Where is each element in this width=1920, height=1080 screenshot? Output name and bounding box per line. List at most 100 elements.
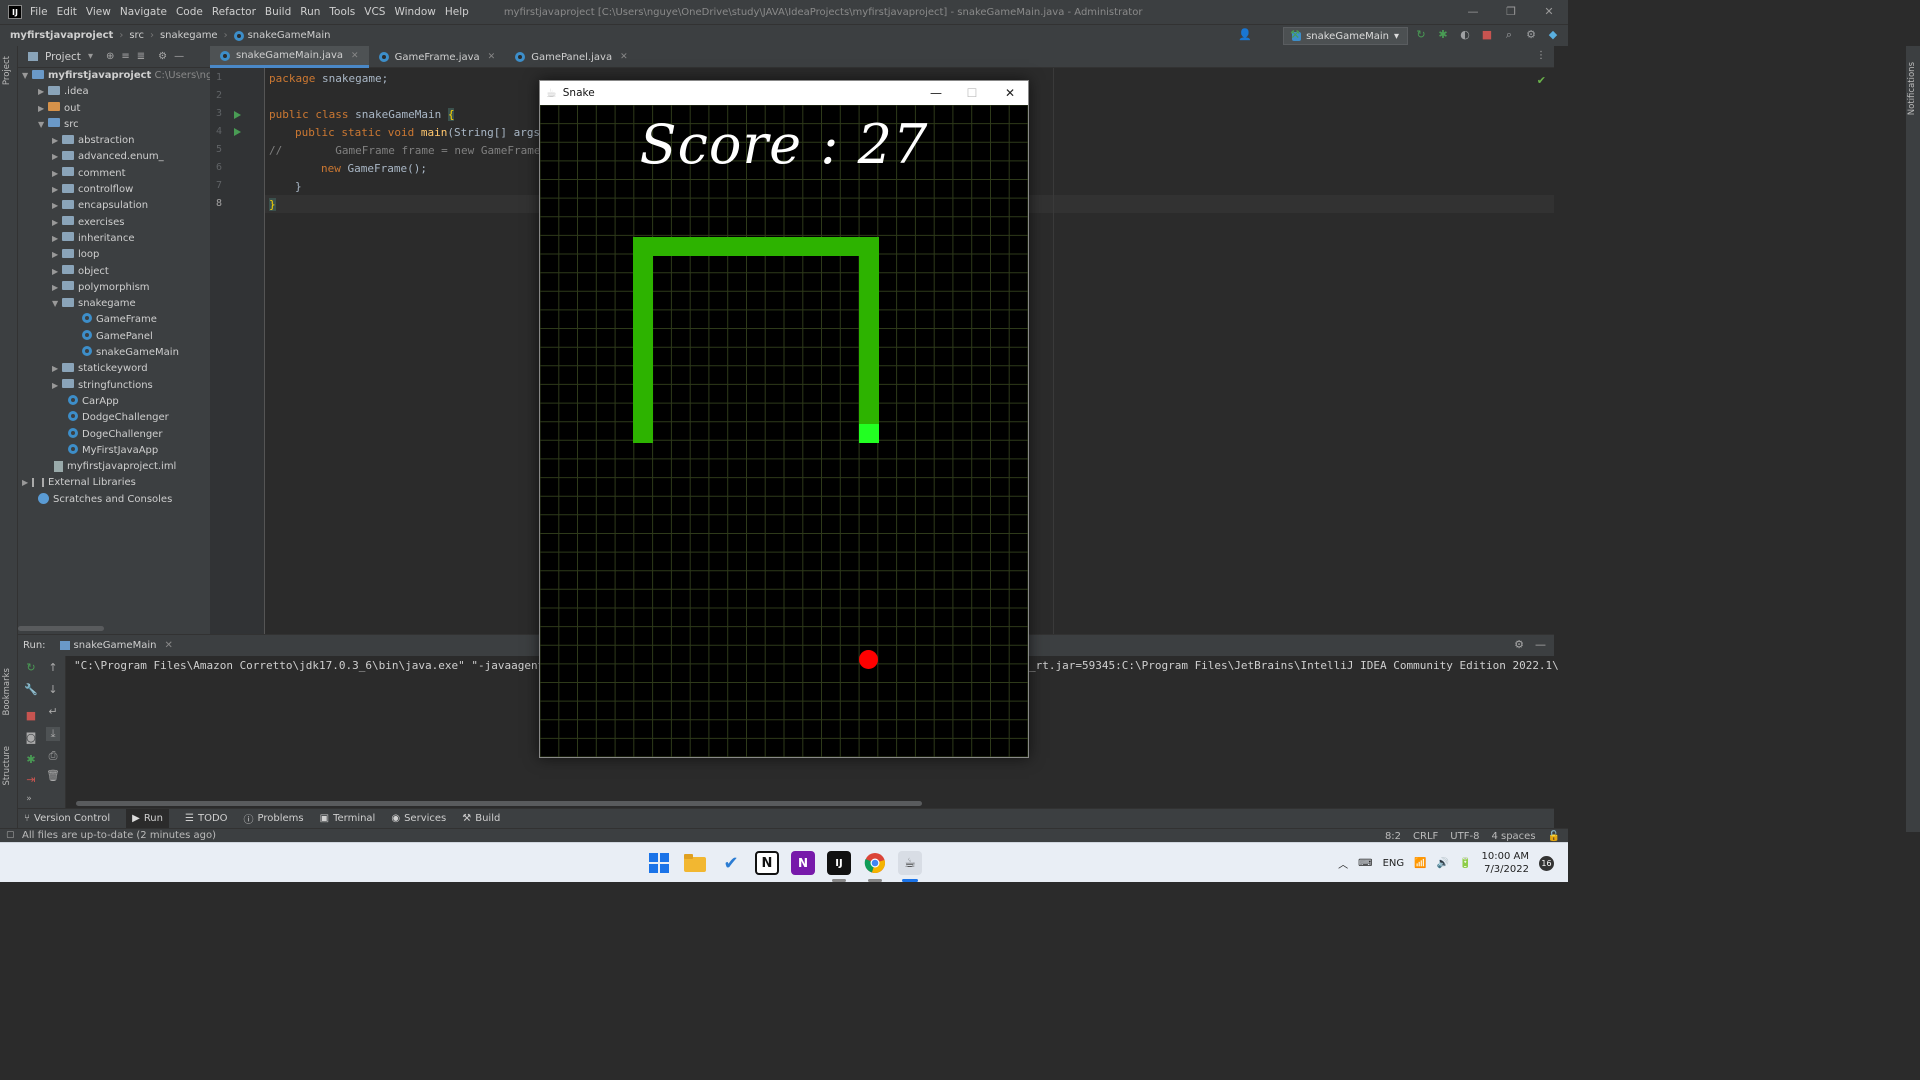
close-icon[interactable]: ✕: [992, 81, 1028, 105]
intellij-logo-icon[interactable]: IJ: [8, 5, 22, 19]
status-message[interactable]: All files are up-to-date (2 minutes ago): [22, 830, 216, 841]
tree-item[interactable]: ▼ snakegame: [18, 296, 210, 312]
gear-icon[interactable]: ⚙: [1514, 638, 1524, 651]
tree-root[interactable]: ▼ myfirstjavaproject C:\Users\nguye\: [18, 68, 210, 84]
breadcrumb-project[interactable]: myfirstjavaproject: [10, 30, 113, 41]
chrome-app-icon[interactable]: [863, 851, 887, 875]
run-gutter-icon[interactable]: [234, 128, 241, 136]
tree-item[interactable]: ▶ stringfunctions: [18, 378, 210, 394]
volume-icon[interactable]: 🔊: [1437, 858, 1449, 869]
hide-icon[interactable]: —: [174, 51, 184, 62]
coverage-icon[interactable]: ◐: [1458, 28, 1472, 42]
menu-item-tools[interactable]: Tools: [329, 6, 355, 18]
run-button[interactable]: ▶ Run: [126, 808, 169, 829]
cursor-position[interactable]: 8:2: [1385, 831, 1401, 842]
menu-item-edit[interactable]: Edit: [57, 6, 77, 18]
toolbox-icon[interactable]: ◆: [1546, 28, 1560, 42]
hide-icon[interactable]: —: [1535, 638, 1546, 651]
build-button[interactable]: ⚒ Build: [462, 813, 500, 824]
console-scrollbar[interactable]: [76, 801, 922, 806]
down-arrow-icon[interactable]: ↓: [46, 683, 60, 696]
close-icon[interactable]: ✕: [1530, 0, 1568, 24]
stop-icon[interactable]: ■: [24, 709, 38, 722]
user-icon[interactable]: 👤: [1238, 28, 1252, 41]
close-icon[interactable]: ✕: [351, 51, 359, 61]
restore-icon[interactable]: ❐: [1492, 0, 1530, 24]
gear-icon[interactable]: ⚙: [1524, 28, 1538, 42]
line-separator[interactable]: CRLF: [1413, 831, 1438, 842]
expand-all-icon[interactable]: ≡: [121, 51, 129, 62]
todo-app-icon[interactable]: ✔: [719, 851, 743, 875]
rerun-icon[interactable]: ↻: [1414, 28, 1428, 42]
debug-icon[interactable]: ✱: [1436, 28, 1450, 42]
tab-gameframe[interactable]: GameFrame.java ✕: [369, 46, 506, 68]
tree-item[interactable]: ▶ exercises: [18, 215, 210, 231]
wrench-icon[interactable]: 🔧: [24, 683, 38, 696]
tree-item[interactable]: myfirstjavaproject.iml: [18, 459, 210, 475]
more-icon[interactable]: ⋮: [1536, 50, 1546, 61]
project-scrollbar[interactable]: [18, 626, 104, 631]
tree-item[interactable]: CarApp: [18, 394, 210, 410]
start-button[interactable]: [647, 851, 671, 875]
tree-item[interactable]: ▶ inheritance: [18, 231, 210, 247]
menu-item-vcs[interactable]: VCS: [364, 6, 385, 18]
menu-item-code[interactable]: Code: [176, 6, 203, 18]
bookmarks-tool-button[interactable]: Bookmarks: [2, 668, 12, 716]
breadcrumb-class[interactable]: snakeGameMain: [248, 30, 331, 41]
tree-item[interactable]: ▶ polymorphism: [18, 280, 210, 296]
menu-item-window[interactable]: Window: [394, 6, 435, 18]
breadcrumb-src[interactable]: src: [129, 30, 144, 41]
soft-wrap-icon[interactable]: ↵: [46, 705, 60, 718]
battery-icon[interactable]: 🔋: [1459, 858, 1471, 869]
lock-icon[interactable]: 🔓: [1548, 831, 1560, 842]
close-icon[interactable]: ✕: [620, 52, 628, 62]
keyboard-icon[interactable]: ⌨: [1358, 858, 1372, 869]
tree-item[interactable]: ▶ comment: [18, 166, 210, 182]
tree-item[interactable]: ▶ encapsulation: [18, 198, 210, 214]
close-icon[interactable]: ✕: [164, 640, 172, 651]
tree-item[interactable]: Scratches and Consoles: [18, 492, 210, 508]
menu-item-run[interactable]: Run: [300, 6, 320, 18]
clock[interactable]: 10:00 AM 7/3/2022: [1482, 850, 1529, 876]
close-icon[interactable]: ✕: [488, 52, 496, 62]
problems-button[interactable]: ⓘ Problems: [244, 811, 304, 826]
menu-item-view[interactable]: View: [86, 6, 111, 18]
intellij-app-icon[interactable]: IJ: [827, 851, 851, 875]
gear-icon[interactable]: ⚙: [158, 51, 167, 62]
terminal-button[interactable]: ▣ Terminal: [320, 813, 376, 824]
run-gutter-icon[interactable]: [234, 111, 241, 119]
file-explorer-app[interactable]: [683, 851, 707, 875]
minimize-icon[interactable]: —: [1454, 0, 1492, 24]
tree-item[interactable]: MyFirstJavaApp: [18, 443, 210, 459]
rerun-icon[interactable]: ↻: [24, 661, 38, 674]
wifi-icon[interactable]: 📶: [1414, 858, 1426, 869]
locate-icon[interactable]: ⊕: [106, 51, 114, 62]
collapse-all-icon[interactable]: ≣: [137, 51, 145, 62]
menu-item-navigate[interactable]: Navigate: [120, 6, 167, 18]
tab-gamepanel[interactable]: GamePanel.java ✕: [505, 46, 637, 68]
onenote-app-icon[interactable]: N: [791, 851, 815, 875]
run-configuration-select[interactable]: snakeGameMain ▾: [1283, 27, 1408, 45]
notifications-tool-button[interactable]: Notifications: [1907, 62, 1917, 115]
tree-item[interactable]: ▶ advanced.enum_: [18, 149, 210, 165]
tree-item[interactable]: ▶ object: [18, 264, 210, 280]
menu-item-file[interactable]: File: [30, 6, 48, 18]
exit-icon[interactable]: ⇥: [24, 773, 38, 786]
tab-snakegamemain[interactable]: snakeGameMain.java ✕: [210, 46, 369, 68]
more-icon[interactable]: »: [22, 794, 36, 804]
tree-item[interactable]: ▶ abstraction: [18, 133, 210, 149]
status-square-icon[interactable]: ▢: [6, 830, 15, 840]
tree-item[interactable]: ▶ loop: [18, 247, 210, 263]
version-control-button[interactable]: ⑂ Version Control: [24, 813, 110, 824]
camera-icon[interactable]: ◙: [24, 731, 38, 744]
up-arrow-icon[interactable]: ↑: [46, 661, 60, 674]
stop-icon[interactable]: ■: [1480, 28, 1494, 42]
checkmark-icon[interactable]: ✔: [1537, 74, 1546, 87]
structure-tool-button[interactable]: Structure: [2, 746, 12, 786]
tree-item[interactable]: ▶ out: [18, 101, 210, 117]
scroll-to-end-icon[interactable]: ⤓: [46, 727, 60, 741]
indent-setting[interactable]: 4 spaces: [1491, 831, 1535, 842]
notification-badge[interactable]: 16: [1539, 855, 1554, 871]
minimize-icon[interactable]: —: [918, 81, 954, 105]
maximize-icon[interactable]: ☐: [954, 81, 990, 105]
